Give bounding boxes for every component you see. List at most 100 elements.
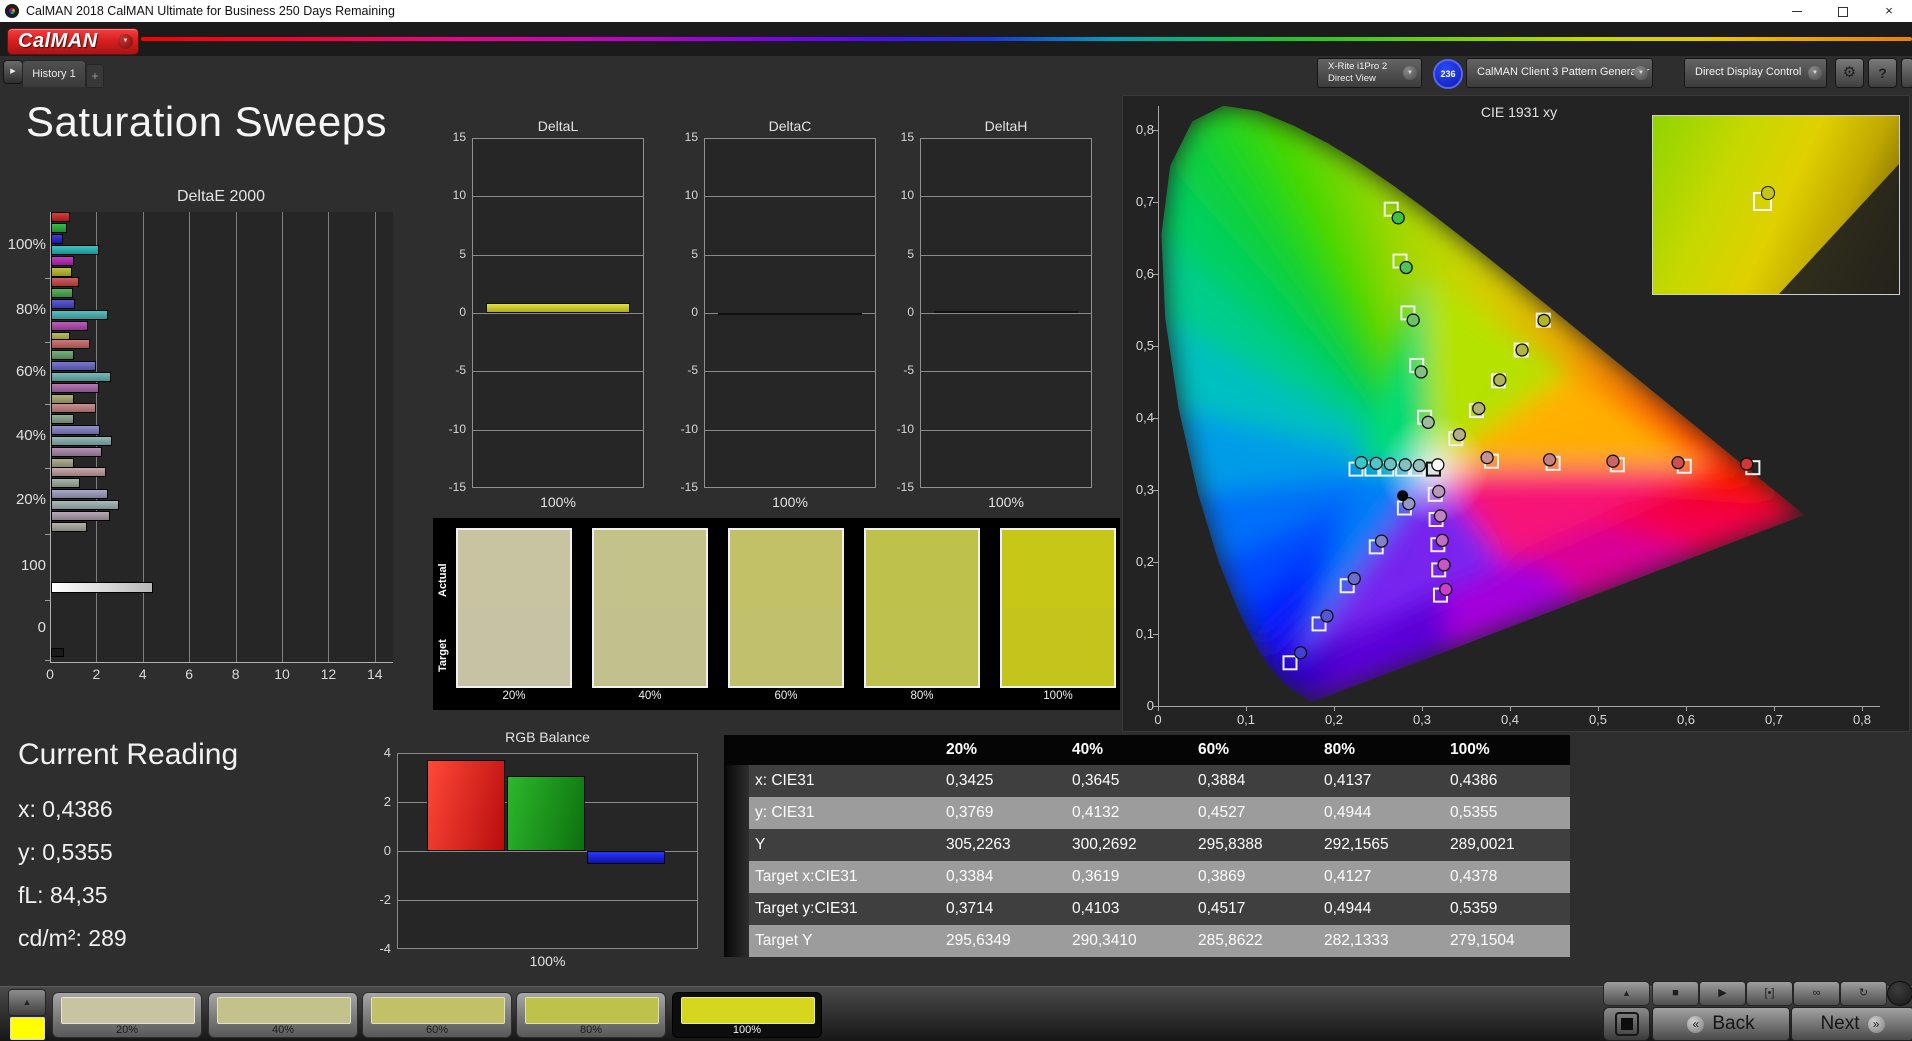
maximize-icon <box>1838 7 1848 17</box>
single-read-button[interactable]: [•] <box>1746 981 1793 1006</box>
back-label: Back <box>1712 1013 1755 1034</box>
deltae-bar <box>51 582 154 593</box>
cie-measured-marker <box>1433 509 1448 523</box>
cie-xtick <box>1598 706 1599 711</box>
refresh-button[interactable]: ↻ <box>1840 981 1887 1006</box>
current-reading-title: Current Reading <box>18 738 239 771</box>
collapse-toolbar-button[interactable] <box>1901 58 1912 88</box>
rgb-ytick-label: 4 <box>383 745 391 760</box>
table-row: Y 305,2263 300,2692 295,8388 292,1565 289,002… <box>724 829 1570 861</box>
deltae-gridline <box>328 212 330 662</box>
cie-xtick <box>1862 706 1863 711</box>
add-tab-button[interactable]: + <box>86 64 104 88</box>
deltae-xtick-label: 14 <box>367 666 383 682</box>
swatch-button-label: 40% <box>271 1024 295 1036</box>
rgb-gridline <box>398 900 697 901</box>
app-icon <box>5 4 19 18</box>
table-header-60%: 60% <box>1198 741 1230 758</box>
next-button[interactable]: Next » <box>1791 1007 1912 1041</box>
swatch-color <box>217 997 351 1024</box>
table-cell-20%: 0,3384 <box>940 861 1066 893</box>
deltaH-ytick-label: 0 <box>907 305 914 319</box>
deltae-bar <box>51 234 63 244</box>
deltae-tick <box>45 278 50 279</box>
deltae-bar <box>51 310 108 320</box>
pattern-swatch-100%[interactable]: 100% <box>672 992 822 1038</box>
cie-measured-marker <box>1369 456 1383 471</box>
display-label: Direct Display Control <box>1695 66 1802 78</box>
calman-logo-menu[interactable]: CalMAN ▼ <box>7 28 139 55</box>
deltaH-ytick-label: 5 <box>907 246 914 261</box>
deltae-bar <box>51 361 97 371</box>
cie-xtick-label: 0,1 <box>1236 712 1256 727</box>
stop-measure-button[interactable] <box>1603 1007 1650 1041</box>
display-status-stripe <box>1687 61 1691 85</box>
cie-xtick-label: 0,4 <box>1500 712 1520 727</box>
pattern-swatch-40%[interactable]: 40% <box>208 992 358 1038</box>
pattern-generator-dropdown[interactable]: CalMAN Client 3 Pattern Generator ▼ <box>1466 58 1653 88</box>
stop-button[interactable]: ■ <box>1652 981 1699 1006</box>
table-row-label: Target y:CIE31 <box>749 893 940 925</box>
cie-xtick <box>1334 706 1335 711</box>
deltaC-ytick-label: -5 <box>687 363 698 378</box>
deltae-bar <box>51 350 75 360</box>
deltae-ytick-label: 20% <box>15 491 46 508</box>
table-header-100%: 100% <box>1450 741 1490 758</box>
settings-button[interactable]: ⚙ <box>1835 58 1864 88</box>
deltaL-gridline <box>473 371 643 373</box>
play-button[interactable]: ▶ <box>1699 981 1746 1006</box>
swatch-target-40% <box>592 608 708 688</box>
pattern-swatch-80%[interactable]: 80% <box>516 992 666 1038</box>
deltae-bar <box>51 212 70 222</box>
minimize-button[interactable] <box>1774 0 1820 22</box>
deltaC-gridline <box>705 196 875 198</box>
inset-out-of-gamut-region <box>1779 164 1899 294</box>
cie-measured-marker <box>1293 646 1308 660</box>
deltaH-ytick-label: -15 <box>896 480 914 494</box>
transport-expand-button[interactable]: ▲ <box>1603 981 1650 1006</box>
cie-x-axis <box>1158 706 1880 707</box>
indicator-expand-button[interactable]: ▲ <box>8 989 46 1016</box>
continuous-read-button[interactable]: ∞ <box>1793 981 1840 1006</box>
tab-nav-arrow-button[interactable]: ▶ <box>3 60 23 84</box>
window-title: CalMAN 2018 CalMAN Ultimate for Business… <box>26 4 395 18</box>
deltae-xtick-label: 6 <box>185 666 194 682</box>
deltae-bar <box>51 339 91 349</box>
table-row-label: Target x:CIE31 <box>749 861 940 893</box>
close-button[interactable]: × <box>1866 0 1912 22</box>
meter-dropdown[interactable]: X-Rite i1Pro 2 Direct View ▼ <box>1317 58 1422 88</box>
deltaC-ytick-label: 0 <box>691 305 698 319</box>
maximize-button[interactable] <box>1820 0 1866 22</box>
cie-measured-marker <box>1398 458 1412 472</box>
stop-icon <box>1615 1012 1639 1036</box>
deltae-gridline <box>235 212 237 662</box>
disabled-round-button[interactable] <box>1887 981 1912 1006</box>
pattern-swatch-20%[interactable]: 20% <box>52 992 202 1038</box>
pattern-swatch-60%[interactable]: 60% <box>362 992 512 1038</box>
cie-ytick-label: 0,8 <box>1135 122 1154 137</box>
cie-measured-marker <box>1406 313 1420 327</box>
swatch-color <box>681 997 815 1024</box>
tab-history-1[interactable]: History 1 <box>22 60 86 87</box>
table-row-lead <box>724 925 749 957</box>
deltaL-ytick-label: 5 <box>459 246 466 261</box>
deltae-tick <box>45 468 50 469</box>
swatch-color <box>61 997 195 1024</box>
meter-count-badge[interactable]: 236 <box>1433 59 1463 89</box>
swatch-label: 20% <box>502 690 526 702</box>
cie-measured-marker <box>1383 457 1397 471</box>
deltae-tick <box>45 660 50 661</box>
deltae-bar <box>51 288 74 298</box>
help-button[interactable]: ? <box>1868 58 1897 88</box>
cie-measured-marker <box>1671 455 1685 470</box>
table-cell-100%: 0,5359 <box>1444 893 1570 925</box>
back-button[interactable]: « Back <box>1652 1007 1790 1041</box>
table-cell-100%: 0,5355 <box>1444 797 1570 829</box>
deltaL-ytick-label: 15 <box>452 130 466 144</box>
swatch-target-20% <box>456 608 572 688</box>
cie-zoom-inset <box>1652 115 1900 295</box>
swatch-label: 40% <box>638 690 662 702</box>
display-control-dropdown[interactable]: Direct Display Control ▼ <box>1684 58 1827 88</box>
cie-measured-marker <box>1515 343 1529 357</box>
deltae-bar <box>51 299 76 309</box>
